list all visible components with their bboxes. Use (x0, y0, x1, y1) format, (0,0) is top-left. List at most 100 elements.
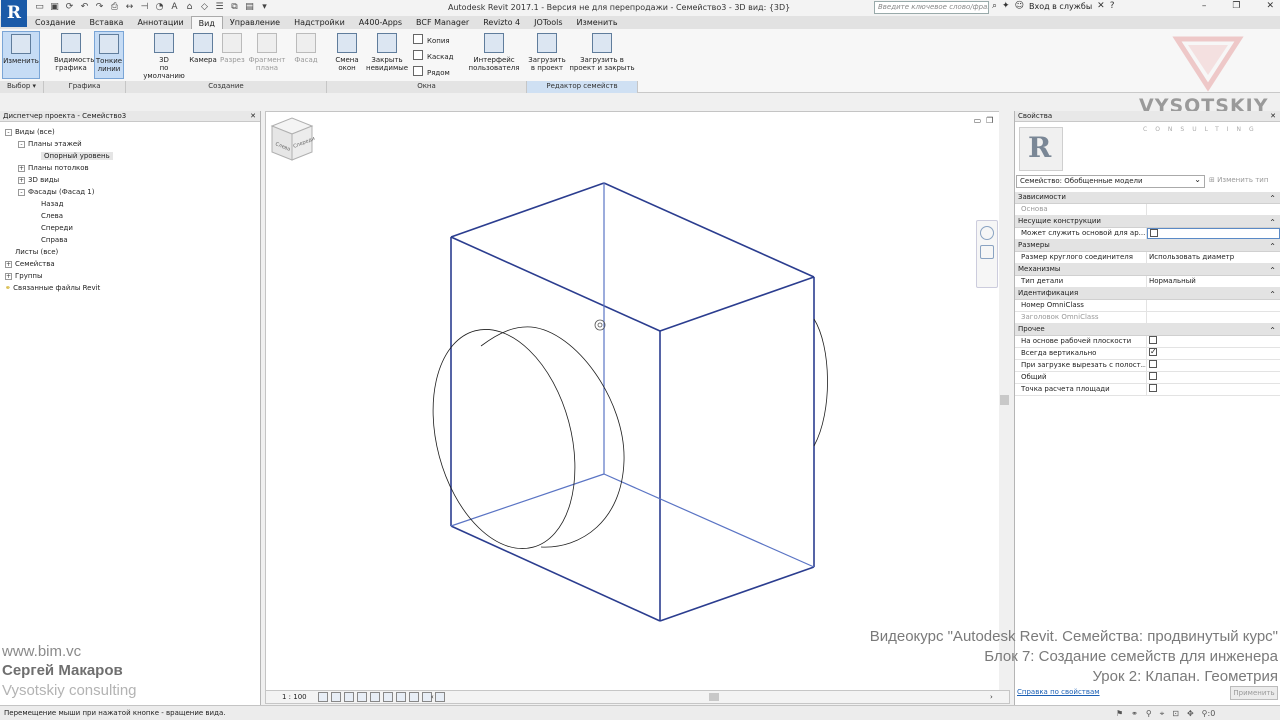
worksets-icon[interactable]: ⚑ (1116, 707, 1123, 720)
property-value[interactable] (1147, 384, 1280, 395)
tab-5[interactable]: Надстройки (287, 16, 352, 29)
redo-icon[interactable]: ↷ (94, 2, 105, 13)
thin-lines-button[interactable]: Тонкие линии (94, 31, 124, 79)
select-by-face-icon[interactable]: ⊡ (1172, 707, 1179, 720)
property-value[interactable] (1147, 204, 1280, 215)
vertical-scrollbar[interactable] (999, 111, 1010, 691)
collapse-icon[interactable]: - (18, 141, 25, 148)
open-icon[interactable]: ▭ (34, 2, 45, 13)
sun-path-icon[interactable] (344, 692, 354, 702)
tab-0[interactable]: Создание (28, 16, 83, 29)
close-hidden-button[interactable]: Закрыть невидимые (366, 31, 408, 79)
subscription-icon[interactable]: ✦ (1002, 1, 1010, 11)
sign-in-button[interactable]: Вход в службы (1029, 2, 1092, 11)
sync-icon[interactable]: ⟳ (64, 2, 75, 13)
measure-icon[interactable]: ↔ (124, 2, 135, 13)
tab-2[interactable]: Аннотации (130, 16, 190, 29)
tree-item[interactable]: - Виды (все) (0, 126, 260, 138)
user-interface-button[interactable]: Интерфейс пользователя (466, 31, 522, 79)
tree-item[interactable]: Слева (0, 210, 260, 222)
app-menu-button[interactable]: R (1, 0, 27, 27)
tile-button[interactable]: Рядом (413, 65, 453, 81)
property-value[interactable]: Использовать диаметр (1147, 252, 1280, 263)
tree-item[interactable]: + Семейства (0, 258, 260, 270)
tab-6[interactable]: A400-Apps (352, 16, 409, 29)
render-icon[interactable] (370, 692, 380, 702)
property-checkbox[interactable] (1149, 360, 1157, 368)
print-icon[interactable]: ⎙ (109, 2, 120, 13)
tree-item[interactable]: Листы (все) (0, 246, 260, 258)
tree-item[interactable]: + Группы (0, 270, 260, 282)
tree-item[interactable]: Назад (0, 198, 260, 210)
panel-select[interactable]: Выбор ▾ (0, 81, 44, 93)
scroll-thumb[interactable] (1000, 395, 1009, 405)
view-scale[interactable]: 1 : 100 (282, 691, 307, 703)
scroll-right-icon[interactable]: › (990, 691, 993, 703)
property-value[interactable] (1147, 312, 1280, 323)
close-icon[interactable]: ✕ (250, 111, 256, 122)
property-checkbox[interactable] (1149, 348, 1157, 357)
minimize-view-icon[interactable]: ▭ (974, 116, 982, 125)
tab-9[interactable]: JOTools (527, 16, 569, 29)
load-into-project-button[interactable]: Загрузить в проект (528, 31, 566, 79)
load-and-close-button[interactable]: Загрузить в проект и закрыть (567, 31, 637, 79)
save-icon[interactable]: ▣ (49, 2, 60, 13)
callout-button[interactable]: Фрагмент плана (248, 31, 286, 79)
tab-1[interactable]: Вставка (83, 16, 131, 29)
property-checkbox[interactable] (1149, 384, 1157, 392)
help-icon[interactable]: ? (1110, 1, 1115, 11)
tab-7[interactable]: BCF Manager (409, 16, 476, 29)
default-3d-button[interactable]: 3D по умолчанию (142, 31, 186, 80)
tree-item[interactable]: ⚭ Связанные файлы Revit (0, 282, 260, 294)
collapse-icon[interactable]: - (18, 189, 25, 196)
restore-icon[interactable]: ❐ (1232, 1, 1240, 11)
tree-item[interactable]: - Планы этажей (0, 138, 260, 150)
property-value[interactable] (1147, 360, 1280, 371)
close-icon[interactable]: ✕ (1266, 1, 1274, 11)
visibility-graphics-button[interactable]: Видимость/графика (54, 31, 97, 79)
cascade-button[interactable]: Каскад (413, 49, 453, 65)
shadows-icon[interactable] (357, 692, 367, 702)
section-icon[interactable]: ◇ (199, 2, 210, 13)
3d-view-icon[interactable]: ⌂ (184, 2, 195, 13)
thin-lines-icon[interactable]: ☰ (214, 2, 225, 13)
expand-icon[interactable]: + (5, 261, 12, 268)
tab-3[interactable]: Вид (190, 16, 223, 29)
steering-wheel-icon[interactable] (980, 226, 994, 240)
property-group-header[interactable]: Размеры (1015, 240, 1280, 252)
property-value[interactable] (1147, 348, 1280, 359)
section-button[interactable]: Разрез (220, 31, 245, 79)
tree-item[interactable]: + Планы потолков (0, 162, 260, 174)
tab-10[interactable]: Изменить (570, 16, 625, 29)
expand-icon[interactable]: + (18, 177, 25, 184)
tree-item[interactable]: Опорный уровень (0, 150, 260, 162)
3d-view-canvas[interactable]: ▭ ❐ ✕ Слева Спереди (265, 111, 1010, 691)
lock-3d-icon[interactable] (409, 692, 419, 702)
detail-level-icon[interactable] (318, 692, 328, 702)
crop-view-icon[interactable] (383, 692, 393, 702)
property-value[interactable]: Нормальный (1147, 276, 1280, 287)
switch-windows-button[interactable]: Смена окон (333, 31, 361, 79)
property-group-header[interactable]: Зависимости (1015, 192, 1280, 204)
drag-elements-icon[interactable]: ✥ (1187, 707, 1194, 720)
close-icon[interactable]: ✕ (1270, 111, 1276, 122)
scroll-left-icon[interactable]: ‹ (431, 691, 434, 703)
reveal-hidden-icon[interactable] (435, 692, 445, 702)
show-crop-icon[interactable] (396, 692, 406, 702)
minimize-icon[interactable]: – (1202, 1, 1207, 11)
property-checkbox[interactable] (1149, 372, 1157, 380)
viewcube[interactable]: Слева Спереди (266, 112, 318, 164)
tree-item[interactable]: +3D виды (0, 174, 260, 186)
property-group-header[interactable]: Несущие конструкции (1015, 216, 1280, 228)
tab-8[interactable]: Revizto 4 (476, 16, 527, 29)
collapse-icon[interactable]: - (5, 129, 12, 136)
qat-dropdown-icon[interactable]: ▾ (259, 2, 270, 13)
dimension-icon[interactable]: ⊣ (139, 2, 150, 13)
tab-4[interactable]: Управление (223, 16, 287, 29)
property-group-header[interactable]: Прочее (1015, 324, 1280, 336)
property-value[interactable] (1147, 372, 1280, 383)
horizontal-scroll-thumb[interactable] (709, 693, 719, 701)
camera-button[interactable]: Камера (188, 31, 218, 79)
tree-item[interactable]: - Фасады (Фасад 1) (0, 186, 260, 198)
property-checkbox[interactable] (1150, 229, 1158, 237)
